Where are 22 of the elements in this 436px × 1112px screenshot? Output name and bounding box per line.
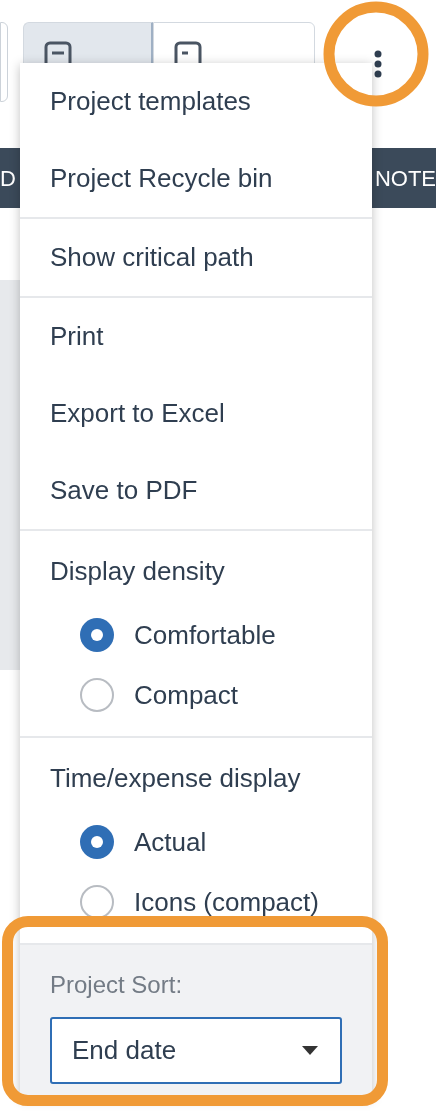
radio-button[interactable] xyxy=(80,885,114,919)
menu-item[interactable]: Print xyxy=(20,298,372,375)
option-label: Actual xyxy=(134,825,207,859)
column-header: NOTE xyxy=(374,164,436,193)
option-label: Comfortable xyxy=(134,618,276,652)
radio-button[interactable] xyxy=(80,825,114,859)
menu-item[interactable]: Show critical path xyxy=(20,219,372,296)
section-heading: Display density xyxy=(49,555,226,588)
menu-item[interactable]: Save to PDF xyxy=(20,452,372,529)
menu-item[interactable]: Export to Excel xyxy=(20,375,372,452)
radio-button[interactable] xyxy=(80,678,114,712)
radio-button[interactable] xyxy=(80,618,114,652)
option-label: Icons (compact) xyxy=(134,885,319,919)
sort-dropdown[interactable]: End date xyxy=(50,1017,342,1084)
caret-icon xyxy=(302,1046,318,1055)
option-label: Compact xyxy=(134,678,239,712)
field-label: Project Sort: xyxy=(50,970,184,1000)
section-heading: Time/expense display xyxy=(49,762,302,795)
column-header: D xyxy=(0,164,16,193)
menu-item[interactable]: Project Recycle bin xyxy=(20,140,372,217)
menu-item[interactable]: Project templates xyxy=(20,63,372,140)
more-vertical-icon xyxy=(374,50,382,78)
